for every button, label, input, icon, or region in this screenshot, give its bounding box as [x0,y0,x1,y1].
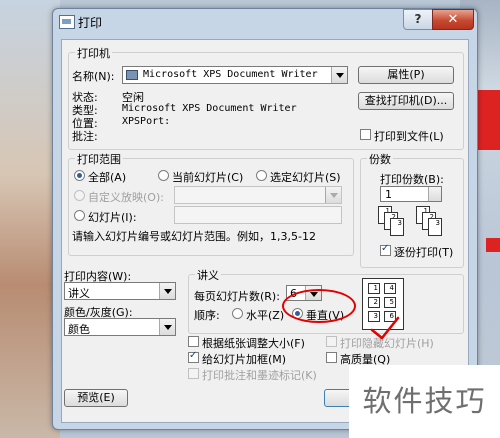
watermark: 软件技巧 [349,365,500,438]
